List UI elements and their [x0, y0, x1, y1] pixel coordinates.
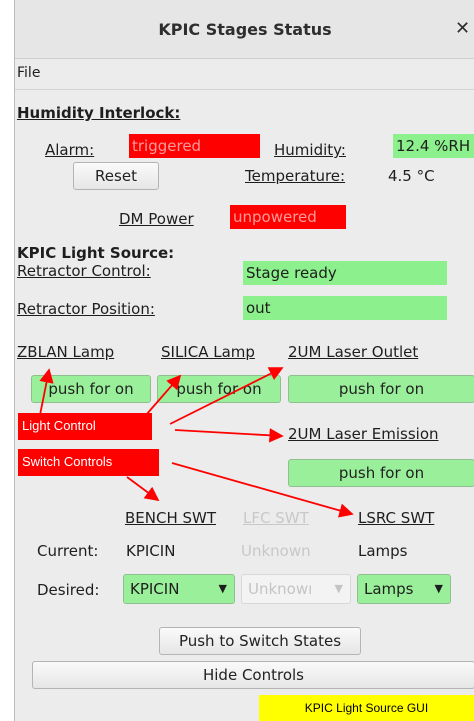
annotation-arrows [39, 367, 354, 518]
arrow-to-zblan [39, 368, 54, 416]
arrow-to-lsrc-swt [171, 462, 354, 518]
arrow-to-bench-swt [126, 476, 160, 502]
arrow-to-laser-emission [174, 428, 284, 443]
arrow-to-laser-outlet [169, 367, 284, 425]
arrow-to-silica [145, 374, 182, 416]
